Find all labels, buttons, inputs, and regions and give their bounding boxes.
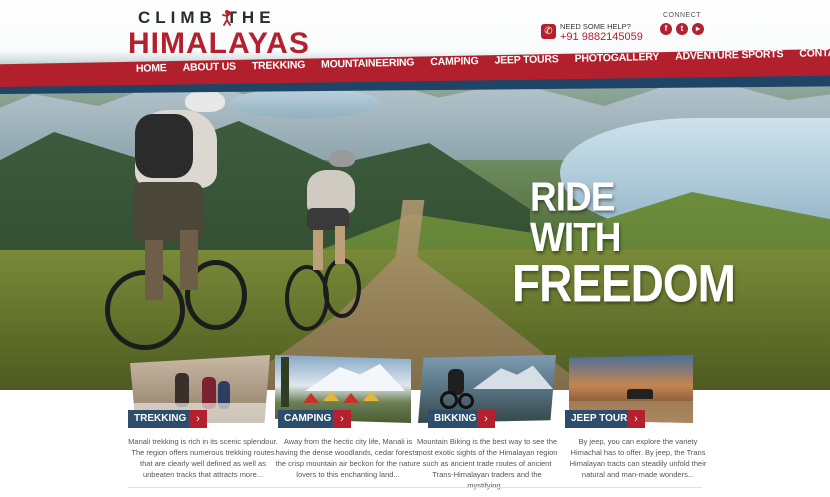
nav-item-home[interactable]: HOME: [128, 54, 175, 85]
feature-cards: TREKKING › Manali trekking is rich in it…: [0, 355, 830, 497]
facebook-icon[interactable]: f: [660, 23, 672, 35]
nav-item-contact[interactable]: CONTACT: [791, 38, 830, 69]
logo-line1: CLIMB THE: [138, 8, 276, 27]
nav-item-photogallery[interactable]: PHOTOGALLERY: [566, 43, 667, 75]
nav-item-camping[interactable]: CAMPING: [422, 47, 487, 78]
twitter-icon[interactable]: t: [676, 23, 688, 35]
cyclist-front: [105, 90, 265, 360]
card-text-trekking: Manali trekking is rich in its scenic sp…: [128, 437, 278, 479]
footer-divider: [128, 487, 702, 488]
phone-icon: ✆: [541, 24, 556, 39]
chevron-right-icon[interactable]: ›: [627, 410, 645, 428]
cyclist-back: [285, 150, 375, 340]
hero-headline-line1: RIDE WITH: [530, 174, 622, 260]
page: RIDE WITH FREEDOM CLIMB THE HIMALAYAS ✆ …: [0, 0, 830, 497]
nav-item-adventure-sports[interactable]: ADVENTURE SPORTS: [667, 40, 792, 73]
social-links: f t ▸: [656, 23, 708, 35]
nav-item-jeep-tours[interactable]: JEEP TOURS: [486, 45, 567, 77]
chevron-right-icon[interactable]: ›: [333, 410, 351, 428]
climber-icon: [222, 10, 232, 26]
card-tag-trekking: TREKKING: [128, 410, 193, 428]
card-tag-camping: CAMPING: [278, 410, 338, 428]
main-nav-band: HOME ABOUT US TREKKING MOUNTAINEERING CA…: [0, 44, 830, 104]
chevron-right-icon[interactable]: ›: [477, 410, 495, 428]
hero-headline-line2: FREEDOM: [512, 253, 736, 313]
card-text-camping: Away from the hectic city life, Manali i…: [275, 437, 421, 479]
nav-item-trekking[interactable]: TREKKING: [244, 51, 314, 83]
card-text-biking: Mountain Biking is the best way to see t…: [416, 437, 558, 490]
nav-item-mountaineering[interactable]: MOUNTAINEERING: [313, 48, 423, 80]
youtube-icon[interactable]: ▸: [692, 23, 704, 35]
hero-headline: RIDE WITH FREEDOM: [512, 176, 736, 309]
help-label: NEED SOME HELP?: [560, 22, 631, 31]
connect-block: CONNECT f t ▸: [656, 12, 708, 35]
connect-label: CONNECT: [662, 12, 702, 19]
card-text-jeep-tours: By jeep, you can explore the variety Him…: [569, 437, 707, 479]
card-tag-bikking: BIKKING: [428, 410, 483, 428]
help-phone-number[interactable]: +91 9882145059: [560, 31, 643, 43]
nav-item-about-us[interactable]: ABOUT US: [174, 52, 244, 84]
chevron-right-icon[interactable]: ›: [189, 410, 207, 428]
